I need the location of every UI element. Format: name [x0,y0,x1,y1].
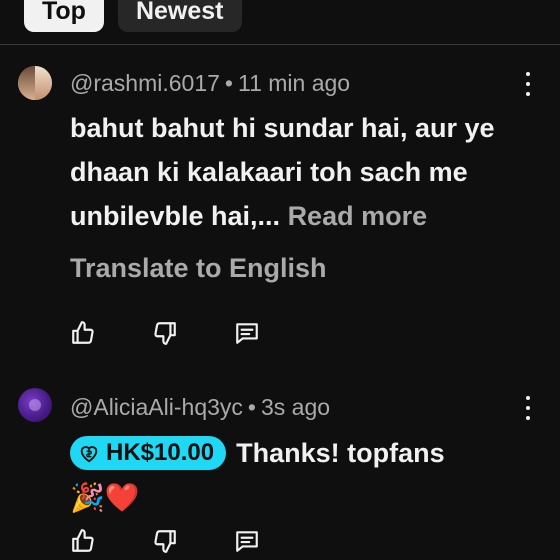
comment-header: @rashmi.6017 • 11 min ago [70,64,560,102]
separator: • [247,394,256,420]
divider [0,44,560,45]
more-vert-icon[interactable] [524,72,532,96]
super-thanks-badge: HK$10.00 [70,436,227,470]
timestamp: 3s ago [260,394,331,420]
thumbs-up-icon[interactable] [70,528,96,554]
comment-emojis: 🎉❤️ [70,482,140,513]
chip-top[interactable]: Top [24,0,104,32]
thumbs-up-icon[interactable] [70,320,96,346]
filter-chips: Top Newest [24,0,242,32]
chip-newest[interactable]: Newest [117,0,242,32]
thumbs-down-icon[interactable] [152,528,178,554]
super-thanks-amount: HK$10.00 [106,439,215,466]
author-handle[interactable]: @rashmi.6017 [70,70,220,96]
comment-body: @rashmi.6017 • 11 min ago bahut bahut hi s… [70,64,560,288]
comment-body: @AliciaAli-hq3yc • 3s ago HK$10.00 Thanks!… [70,388,560,520]
avatar[interactable] [18,388,52,422]
reply-comment-icon[interactable] [234,320,260,346]
timestamp: 11 min ago [237,70,351,96]
comment-content: Thanks! topfans [236,437,445,468]
comment-actions [70,320,260,346]
reply-comment-icon[interactable] [234,528,260,554]
read-more-link[interactable]: Read more [288,201,428,231]
comment-actions [70,528,260,554]
super-thanks-heart-icon [80,446,98,463]
avatar[interactable] [18,66,52,100]
separator: • [224,70,233,96]
comment-header: @AliciaAli-hq3yc • 3s ago [70,388,560,426]
comment-content: bahut bahut hi sundar hai, aur ye dhaan … [70,113,495,231]
translate-link[interactable]: Translate to English [70,248,560,288]
author-handle[interactable]: @AliciaAli-hq3yc [70,394,243,420]
comment-text: bahut bahut hi sundar hai, aur ye dhaan … [70,106,510,238]
more-vert-icon[interactable] [524,396,532,420]
super-thanks-line: HK$10.00 Thanks! topfans [70,432,560,474]
thumbs-down-icon[interactable] [152,320,178,346]
